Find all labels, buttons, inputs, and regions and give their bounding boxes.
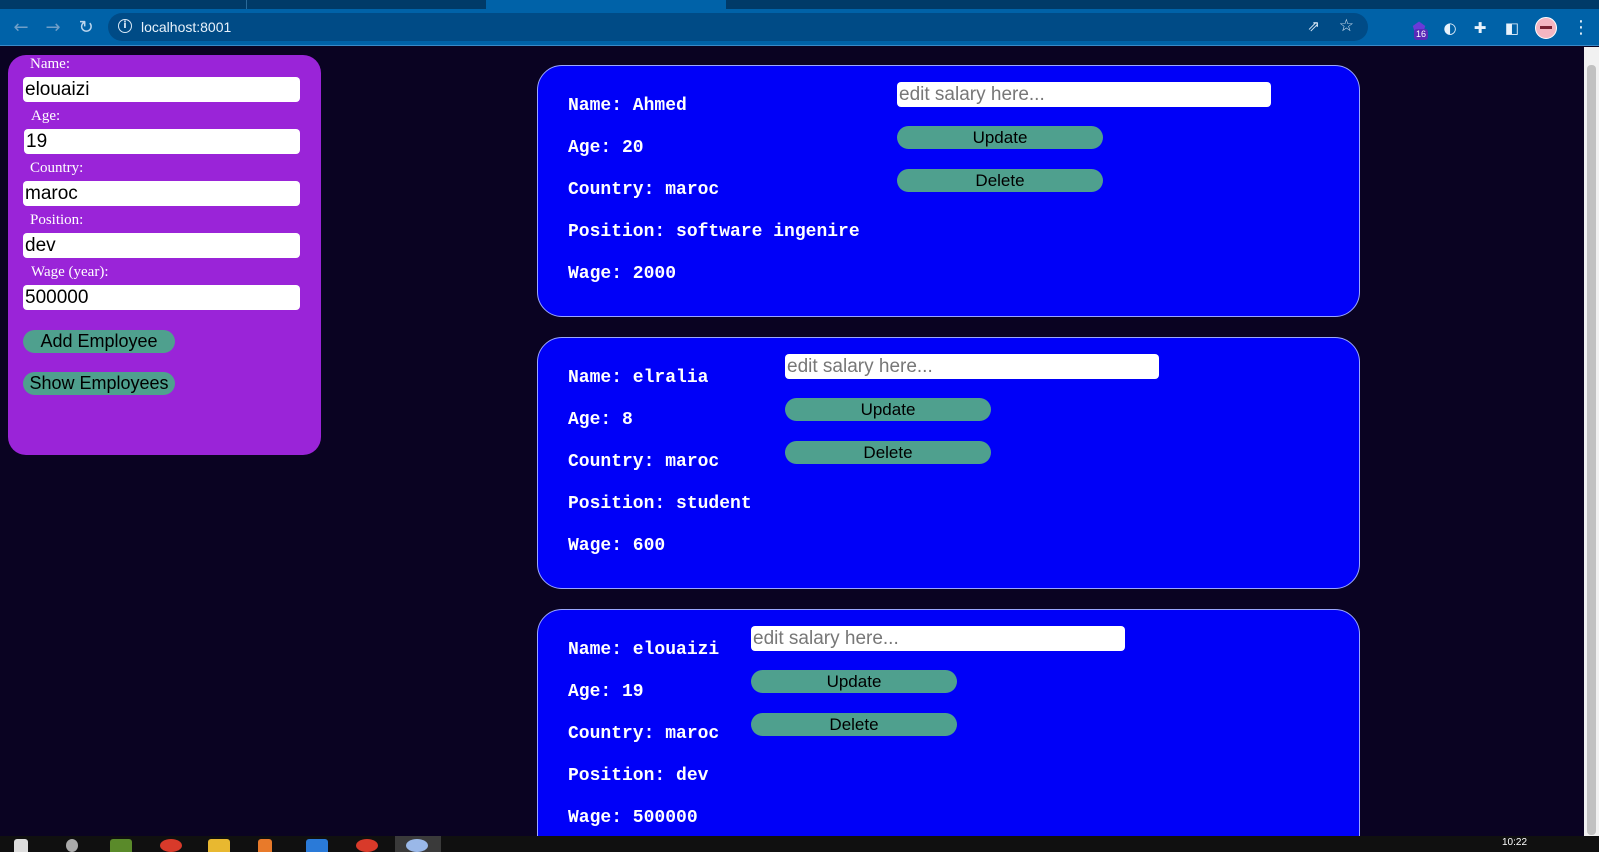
position-input[interactable]: dev	[23, 233, 300, 258]
delete-button[interactable]: Delete	[897, 169, 1103, 192]
search-icon[interactable]	[66, 839, 78, 852]
name-label: Name:	[30, 56, 70, 72]
employee-card: Name: Ahmed Age: 20 Country: maroc Posit…	[537, 65, 1360, 317]
tab-separator	[246, 0, 247, 9]
vscode-icon[interactable]	[306, 839, 328, 852]
employee-age: Age: 8	[568, 410, 633, 430]
employee-position: Position: student	[568, 494, 752, 514]
chrome-icon[interactable]	[406, 839, 428, 852]
age-label: Age:	[31, 108, 61, 124]
app-icon[interactable]	[258, 839, 272, 852]
wage-label: Wage (year):	[31, 264, 109, 280]
employee-name: Name: elralia	[568, 368, 709, 388]
employee-position: Position: software ingenire	[568, 222, 860, 242]
show-employees-button[interactable]: Show Employees	[23, 372, 175, 395]
folder-icon[interactable]	[208, 839, 230, 852]
employee-card: Name: elouaizi Age: 19 Country: maroc Po…	[537, 609, 1360, 852]
employee-name: Name: elouaizi	[568, 640, 720, 660]
reload-icon[interactable]: ↻	[75, 17, 97, 39]
app-icon[interactable]	[110, 839, 132, 852]
employee-position: Position: dev	[568, 766, 709, 786]
update-button[interactable]: Update	[897, 126, 1103, 149]
browser-toolbar: ← → ↻ i localhost:8001 ⇗ ☆ ⬟ 16 ◐ ✚ ◧ ⋮	[0, 9, 1599, 46]
edit-salary-input[interactable]: edit salary here...	[751, 626, 1125, 651]
position-label: Position:	[30, 212, 84, 228]
tab-strip	[0, 0, 1599, 9]
name-input[interactable]: elouaizi	[23, 77, 300, 102]
employee-wage: Wage: 2000	[568, 264, 677, 284]
country-label: Country:	[30, 160, 84, 176]
delete-button[interactable]: Delete	[751, 713, 957, 736]
extension-badge: 16	[1414, 29, 1429, 40]
taskbar: 10:22	[0, 836, 1599, 852]
scrollbar[interactable]	[1584, 47, 1599, 836]
chrome-icon[interactable]	[160, 839, 182, 852]
employee-wage: Wage: 600	[568, 536, 666, 556]
url-text[interactable]: localhost:8001	[141, 19, 231, 35]
wage-input[interactable]: 500000	[23, 285, 300, 310]
add-employee-button[interactable]: Add Employee	[23, 330, 175, 353]
back-icon[interactable]: ←	[10, 17, 32, 39]
age-input[interactable]: 19	[24, 129, 300, 154]
forward-icon[interactable]: →	[42, 17, 64, 39]
employee-name: Name: Ahmed	[568, 96, 687, 116]
edit-salary-input[interactable]: edit salary here...	[897, 82, 1271, 107]
employee-form: Name: elouaizi Age: 19 Country: maroc Po…	[8, 55, 321, 455]
start-icon[interactable]	[14, 839, 28, 852]
employee-age: Age: 20	[568, 138, 644, 158]
edit-salary-input[interactable]: edit salary here...	[785, 354, 1159, 379]
active-tab[interactable]	[486, 0, 726, 9]
employee-country: Country: maroc	[568, 180, 720, 200]
chrome-icon[interactable]	[356, 839, 378, 852]
employee-age: Age: 19	[568, 682, 644, 702]
taskbar-clock: 10:22	[1502, 837, 1528, 848]
menu-icon[interactable]: ⋮	[1572, 18, 1590, 38]
employee-country: Country: maroc	[568, 724, 720, 744]
employee-card: Name: elralia Age: 8 Country: maroc Posi…	[537, 337, 1360, 589]
employee-wage: Wage: 500000	[568, 808, 698, 828]
share-icon[interactable]: ⇗	[1307, 17, 1320, 35]
info-icon[interactable]: i	[118, 19, 132, 33]
side-panel-icon[interactable]: ◧	[1502, 18, 1522, 38]
puzzle-icon[interactable]: ✚	[1470, 18, 1490, 38]
country-input[interactable]: maroc	[23, 181, 300, 206]
address-bar[interactable]: i localhost:8001 ⇗ ☆	[108, 13, 1368, 41]
star-icon[interactable]: ☆	[1339, 16, 1354, 36]
delete-button[interactable]: Delete	[785, 441, 991, 464]
scrollbar-thumb[interactable]	[1587, 65, 1596, 835]
extension-circle-icon[interactable]: ◐	[1440, 18, 1460, 38]
employee-country: Country: maroc	[568, 452, 720, 472]
avatar[interactable]	[1535, 17, 1557, 39]
update-button[interactable]: Update	[751, 670, 957, 693]
update-button[interactable]: Update	[785, 398, 991, 421]
